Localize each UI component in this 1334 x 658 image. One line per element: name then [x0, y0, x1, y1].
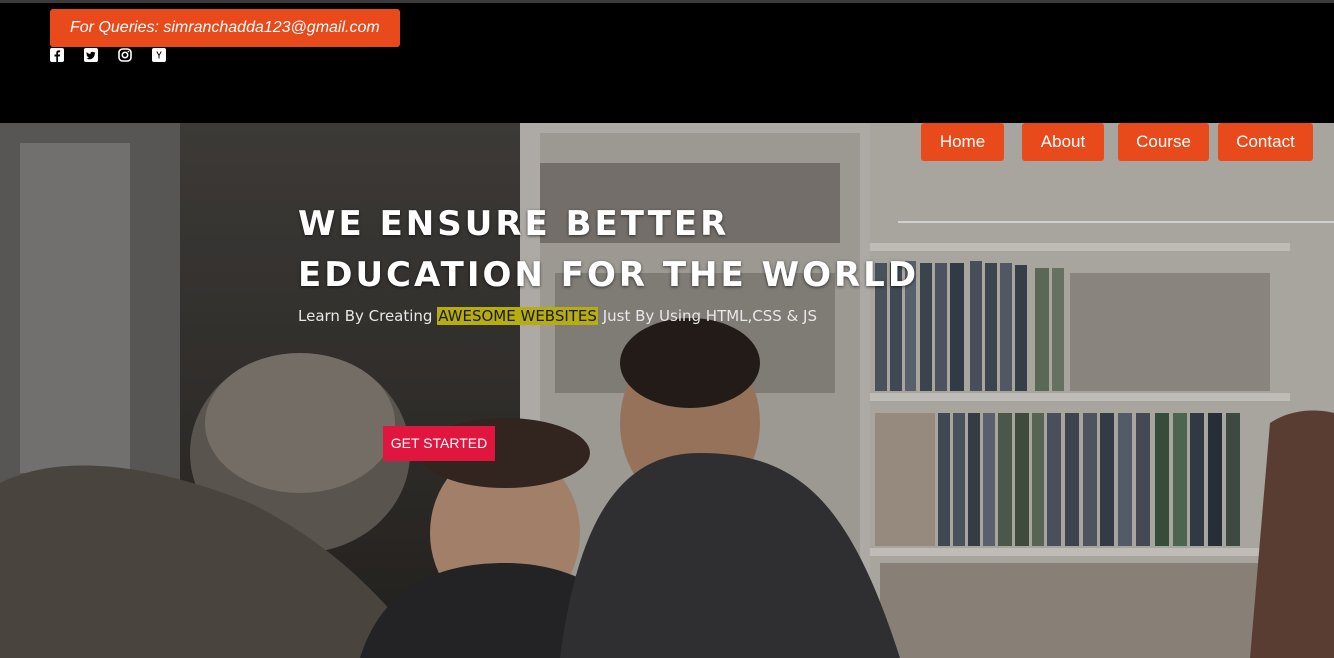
instagram-icon[interactable] — [118, 48, 132, 62]
nav-contact[interactable]: Contact — [1218, 123, 1313, 161]
facebook-icon[interactable] — [50, 48, 64, 62]
social-links — [50, 48, 166, 62]
subheading-end: Just By Using HTML,CSS & JS — [597, 307, 817, 325]
nav-divider — [898, 221, 1334, 223]
twitter-icon[interactable] — [84, 48, 98, 62]
queries-banner[interactable]: For Queries: simranchadda123@gmail.com — [50, 9, 400, 47]
nav-about[interactable]: About — [1022, 123, 1104, 161]
hero-subheading: Learn By Creating AWESOME WEBSITES Just … — [298, 307, 817, 325]
hero-section: Home About Course Contact WE ENSURE BETT… — [0, 123, 1334, 658]
queries-text: For Queries: simranchadda123@gmail.com — [70, 19, 380, 36]
ycombinator-icon[interactable] — [152, 48, 166, 62]
get-started-button[interactable]: GET STARTED — [383, 426, 495, 461]
hero-headline: WE ENSURE BETTER EDUCATION FOR THE WORLD — [298, 199, 919, 301]
subheading-highlight: AWESOME WEBSITES — [437, 307, 598, 325]
headline-line-1: WE ENSURE BETTER — [298, 204, 730, 244]
nav-home[interactable]: Home — [921, 123, 1004, 161]
nav-course[interactable]: Course — [1118, 123, 1209, 161]
subheading-start: Learn By Creating — [298, 307, 438, 325]
headline-line-2: EDUCATION FOR THE WORLD — [298, 255, 920, 295]
